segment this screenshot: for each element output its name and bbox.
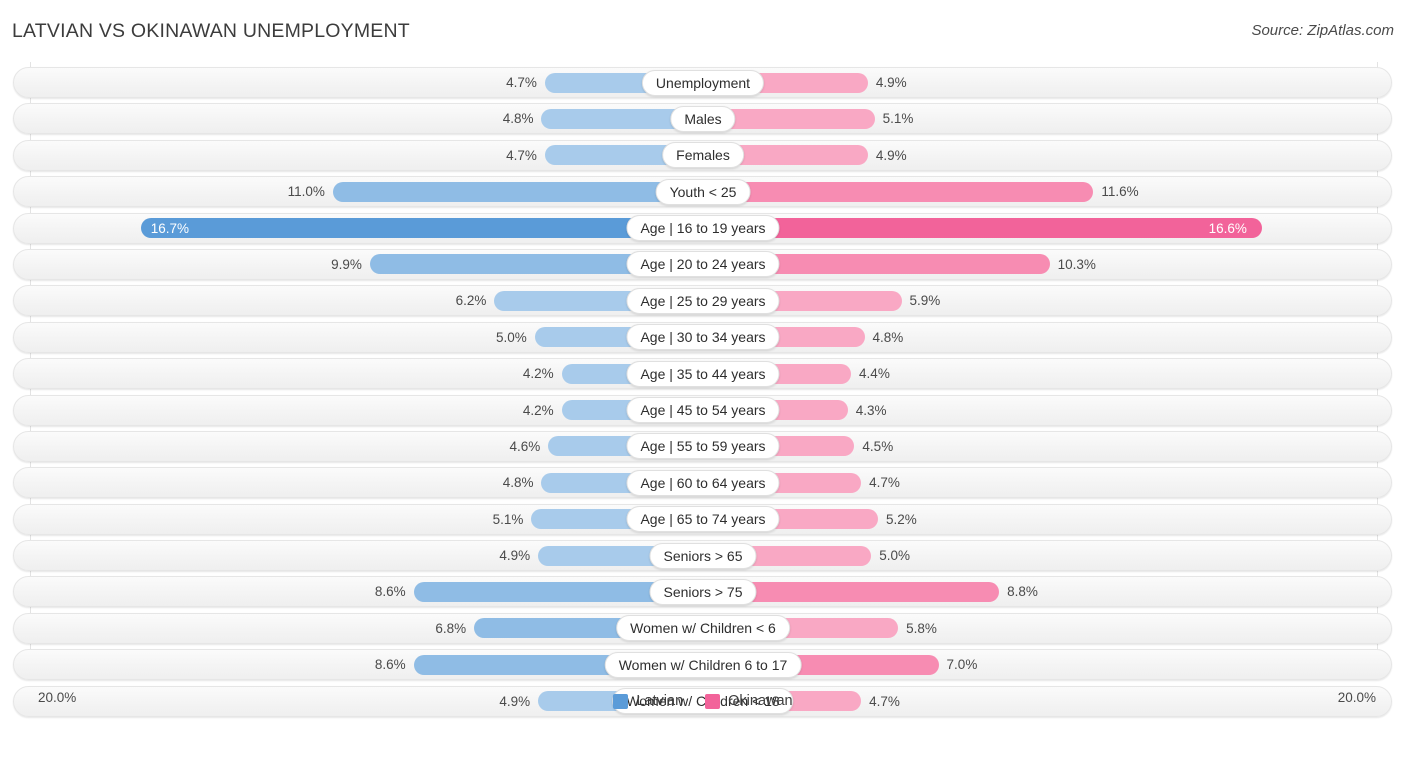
chart-row: 4.2% 4.3% Age | 45 to 54 years <box>0 393 1406 429</box>
value-label-latvian: 4.6% <box>509 438 541 454</box>
value-label-latvian: 5.1% <box>492 511 524 527</box>
value-label-okinawan: 5.2% <box>885 511 917 527</box>
value-label-okinawan: 5.9% <box>909 293 941 309</box>
value-label-okinawan: 5.8% <box>906 620 937 636</box>
chart-row: 8.6% 7.0% Women w/ Children 6 to 17 <box>0 647 1406 683</box>
chart-page: LATVIAN VS OKINAWAN UNEMPLOYMENT Source:… <box>0 0 1406 757</box>
category-label[interactable]: Age | 60 to 64 years <box>626 469 780 496</box>
value-label-okinawan: 5.0% <box>879 548 911 564</box>
plot-area: 4.7% 4.9% Unemployment 4.8% 5.1% Males 4.7% 4.9… <box>0 62 1406 717</box>
value-label-okinawan: 10.3% <box>1057 256 1096 272</box>
value-label-okinawan: 16.6% <box>1208 220 1247 236</box>
value-label-latvian: 4.2% <box>522 402 554 418</box>
value-label-okinawan: 8.8% <box>1007 584 1038 600</box>
category-label[interactable]: Age | 30 to 34 years <box>626 324 780 351</box>
category-label[interactable]: Seniors > 75 <box>649 578 757 605</box>
value-label-latvian: 8.6% <box>374 584 406 600</box>
value-label-okinawan: 4.5% <box>862 438 894 454</box>
bar-rows-container: 4.7% 4.9% Unemployment 4.8% 5.1% Males 4.7% 4.9… <box>0 65 1406 720</box>
legend-swatch-icon <box>705 693 721 709</box>
value-label-okinawan: 4.9% <box>875 75 907 90</box>
value-label-latvian: 4.8% <box>502 475 534 491</box>
chart-row: 4.8% 5.1% Males <box>0 101 1406 137</box>
value-label-latvian: 5.0% <box>495 329 527 345</box>
value-label-okinawan: 7.0% <box>946 657 978 673</box>
value-label-latvian: 4.2% <box>522 366 554 382</box>
category-label[interactable]: Age | 65 to 74 years <box>626 506 780 533</box>
category-label[interactable]: Age | 20 to 24 years <box>626 251 780 278</box>
bar-okinawan <box>703 181 1094 202</box>
category-label[interactable]: Unemployment <box>641 69 765 96</box>
value-label-okinawan: 4.9% <box>875 147 907 163</box>
chart-row: 4.7% 4.9% Unemployment <box>0 65 1406 101</box>
legend-label: Okinawan <box>728 693 793 709</box>
chart-row: 5.0% 4.8% Age | 30 to 34 years <box>0 320 1406 356</box>
chart-row: 5.1% 5.2% Age | 65 to 74 years <box>0 502 1406 538</box>
category-label[interactable]: Age | 25 to 29 years <box>626 287 780 314</box>
value-label-okinawan: 5.1% <box>882 111 914 127</box>
value-label-latvian: 8.6% <box>374 657 406 673</box>
category-label[interactable]: Females <box>662 142 744 169</box>
category-label[interactable]: Males <box>670 105 736 132</box>
value-label-latvian: 4.9% <box>499 548 531 564</box>
source-attribution: Source: ZipAtlas.com <box>1251 22 1394 39</box>
legend-label: Latvian <box>636 693 684 709</box>
chart-row: 4.7% 4.9% Females <box>0 138 1406 174</box>
page-title: LATVIAN VS OKINAWAN UNEMPLOYMENT <box>12 20 410 42</box>
value-label-okinawan: 11.6% <box>1101 184 1139 200</box>
category-label[interactable]: Women w/ Children 6 to 17 <box>604 651 802 678</box>
chart-row: 9.9% 10.3% Age | 20 to 24 years <box>0 247 1406 283</box>
chart-row: 8.6% 8.8% Seniors > 75 <box>0 574 1406 610</box>
value-label-okinawan: 4.3% <box>855 402 887 418</box>
value-label-latvian: 11.0% <box>287 184 325 200</box>
value-label-okinawan: 4.7% <box>869 475 900 491</box>
bar-okinawan <box>703 218 1262 239</box>
legend-item[interactable]: Okinawan <box>705 693 793 709</box>
value-label-okinawan: 4.4% <box>859 366 890 382</box>
chart-row: 4.9% 5.0% Seniors > 65 <box>0 538 1406 574</box>
category-label[interactable]: Age | 35 to 44 years <box>626 360 780 387</box>
bar-latvian <box>332 181 703 202</box>
value-label-okinawan: 4.8% <box>872 329 904 345</box>
value-label-latvian: 6.2% <box>455 293 487 309</box>
bar-latvian <box>141 218 703 239</box>
value-label-latvian: 4.8% <box>502 111 534 127</box>
value-label-latvian: 4.7% <box>506 75 537 90</box>
chart-legend: Latvian Okinawan <box>0 693 1406 709</box>
chart-row: 4.8% 4.7% Age | 60 to 64 years <box>0 465 1406 501</box>
legend-swatch-icon <box>613 693 629 709</box>
category-label[interactable]: Women w/ Children < 6 <box>616 615 790 642</box>
value-label-latvian: 6.8% <box>435 620 467 636</box>
chart-row: 6.8% 5.8% Women w/ Children < 6 <box>0 611 1406 647</box>
category-label[interactable]: Age | 45 to 54 years <box>626 397 780 424</box>
legend-item[interactable]: Latvian <box>613 693 683 709</box>
category-label[interactable]: Age | 55 to 59 years <box>626 433 780 460</box>
category-label[interactable]: Seniors > 65 <box>649 542 757 569</box>
category-label[interactable]: Age | 16 to 19 years <box>626 215 780 242</box>
value-label-latvian: 9.9% <box>331 256 362 272</box>
chart-row: 6.2% 5.9% Age | 25 to 29 years <box>0 283 1406 319</box>
chart-row: 11.0% 11.6% Youth < 25 <box>0 174 1406 210</box>
chart-row: 16.7% 16.6% Age | 16 to 19 years <box>0 211 1406 247</box>
category-label[interactable]: Youth < 25 <box>655 178 751 205</box>
value-label-latvian: 16.7% <box>150 220 190 236</box>
value-label-latvian: 4.7% <box>506 147 537 163</box>
chart-row: 4.2% 4.4% Age | 35 to 44 years <box>0 356 1406 392</box>
chart-row: 4.6% 4.5% Age | 55 to 59 years <box>0 429 1406 465</box>
